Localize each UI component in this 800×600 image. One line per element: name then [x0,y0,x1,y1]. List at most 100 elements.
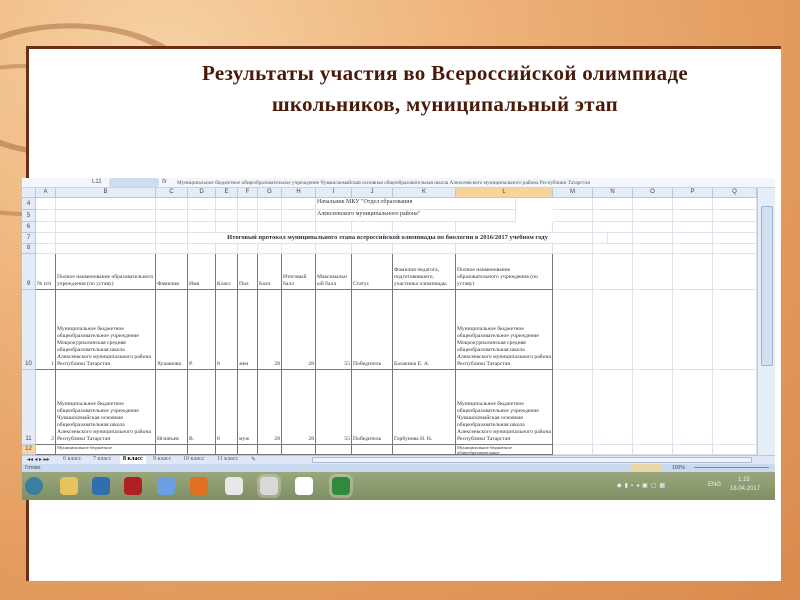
empty-cell[interactable] [593,222,633,233]
empty-cell[interactable] [316,244,352,254]
tray-icons[interactable]: ◆▮▪◂▣▢▦ [617,482,668,489]
empty-cell[interactable] [713,244,757,254]
empty-cell[interactable] [393,222,456,233]
horizontal-scrollbar[interactable] [312,457,752,463]
empty-cell[interactable] [553,210,593,222]
empty-cell[interactable] [282,244,316,254]
sheet-tab-9[interactable]: 9 класс [150,456,174,464]
column-header-L[interactable]: L [456,188,553,198]
empty-cell[interactable] [633,222,673,233]
table-cell[interactable]: Р. [188,290,216,370]
row-header[interactable]: 4 [22,198,36,210]
empty-cell[interactable] [673,290,713,370]
empty-cell[interactable] [316,222,352,233]
column-header-M[interactable]: M [553,188,593,198]
table-cell[interactable]: муж [238,370,258,445]
view-buttons[interactable] [632,464,662,472]
empty-cell[interactable] [282,222,316,233]
empty-cell[interactable] [553,198,593,210]
empty-cell[interactable] [238,244,258,254]
tab-nav-arrows[interactable]: ◂◂ ◂ ▸ ▸▸ [24,456,53,464]
table-cell[interactable]: 28 [282,290,316,370]
fx-icon[interactable]: fx [162,179,167,185]
table-header-cell[interactable]: Класс [216,254,238,290]
empty-cell[interactable] [238,222,258,233]
column-header-K[interactable]: K [393,188,456,198]
table-cell[interactable]: Муниципальное бюджетное общеобразователь… [456,370,553,445]
empty-cell[interactable] [593,445,633,455]
empty-cell[interactable] [258,222,282,233]
empty-cell[interactable] [713,445,757,455]
empty-cell[interactable] [258,198,282,210]
empty-cell[interactable] [456,244,553,254]
table-header-cell[interactable]: Максимальный балл [316,254,352,290]
table-cell[interactable]: 2 [36,370,56,445]
empty-cell[interactable] [633,244,673,254]
empty-cell[interactable] [56,198,156,210]
table-cell[interactable] [282,445,316,455]
table-cell[interactable]: 28 [258,370,282,445]
empty-cell[interactable] [633,370,673,445]
empty-cell[interactable] [553,244,593,254]
sheet-tab-11[interactable]: 11 класс [214,456,241,464]
empty-cell[interactable] [258,210,282,222]
column-header-F[interactable]: F [238,188,258,198]
empty-cell[interactable] [56,244,156,254]
column-header-C[interactable]: C [156,188,188,198]
table-cell[interactable]: Муниципальное бюджетное общеобразователь… [56,290,156,370]
empty-cell[interactable] [352,244,393,254]
empty-cell[interactable] [593,210,633,222]
column-header-B[interactable]: B [56,188,156,198]
empty-cell[interactable] [188,244,216,254]
empty-cell[interactable] [713,210,757,222]
table-cell[interactable]: Муниципальное бюджетное общеобразователь… [56,370,156,445]
table-cell[interactable]: Муниципальное бюджетное [56,445,156,455]
language-indicator[interactable]: ENG [708,482,721,488]
table-header-cell[interactable]: Пол [238,254,258,290]
empty-cell[interactable] [673,445,713,455]
empty-cell[interactable] [633,198,673,210]
empty-cell[interactable] [673,254,713,290]
clock-date[interactable]: 18.04.2017 [730,486,760,492]
empty-cell[interactable] [713,233,757,244]
table-cell[interactable]: 1 [36,290,56,370]
empty-cell[interactable] [36,198,56,210]
empty-cell[interactable] [553,254,593,290]
row-header[interactable]: 6 [22,222,36,233]
empty-cell[interactable] [36,244,56,254]
row-header[interactable]: 7 [22,233,36,244]
column-header-H[interactable]: H [282,188,316,198]
yandex-browser-icon[interactable] [295,477,313,495]
clock-time[interactable]: 1:15 [738,477,750,483]
table-cell[interactable] [156,445,188,455]
formula-bar-buttons[interactable] [109,178,159,187]
empty-cell[interactable] [216,244,238,254]
table-cell[interactable]: 8 [216,290,238,370]
table-cell[interactable]: Балакина Е. А. [393,290,456,370]
table-cell[interactable]: Победитель [352,370,393,445]
empty-cell[interactable] [56,222,156,233]
empty-cell[interactable] [673,244,713,254]
table-cell[interactable]: 55 [316,370,352,445]
start-orb-icon[interactable] [25,477,43,495]
row-header[interactable]: 12 [22,445,36,455]
empty-cell[interactable] [673,210,713,222]
table-header-cell[interactable]: Статус [352,254,393,290]
table-cell[interactable] [216,445,238,455]
empty-cell[interactable] [593,370,633,445]
empty-cell[interactable] [352,222,393,233]
row-header[interactable]: 10 [22,290,36,370]
row-header[interactable]: 8 [22,244,36,254]
empty-cell[interactable] [36,233,56,244]
table-cell[interactable]: Хушанова [156,290,188,370]
power-icon[interactable] [124,477,142,495]
empty-cell[interactable] [633,290,673,370]
volume-icon[interactable] [157,477,175,495]
column-header-A[interactable]: A [36,188,56,198]
column-header-G[interactable]: G [258,188,282,198]
empty-cell[interactable] [713,254,757,290]
empty-cell[interactable] [282,210,316,222]
column-header-P[interactable]: P [673,188,713,198]
empty-cell[interactable] [673,198,713,210]
sheet-tab-8[interactable]: 8 класс [120,456,146,464]
